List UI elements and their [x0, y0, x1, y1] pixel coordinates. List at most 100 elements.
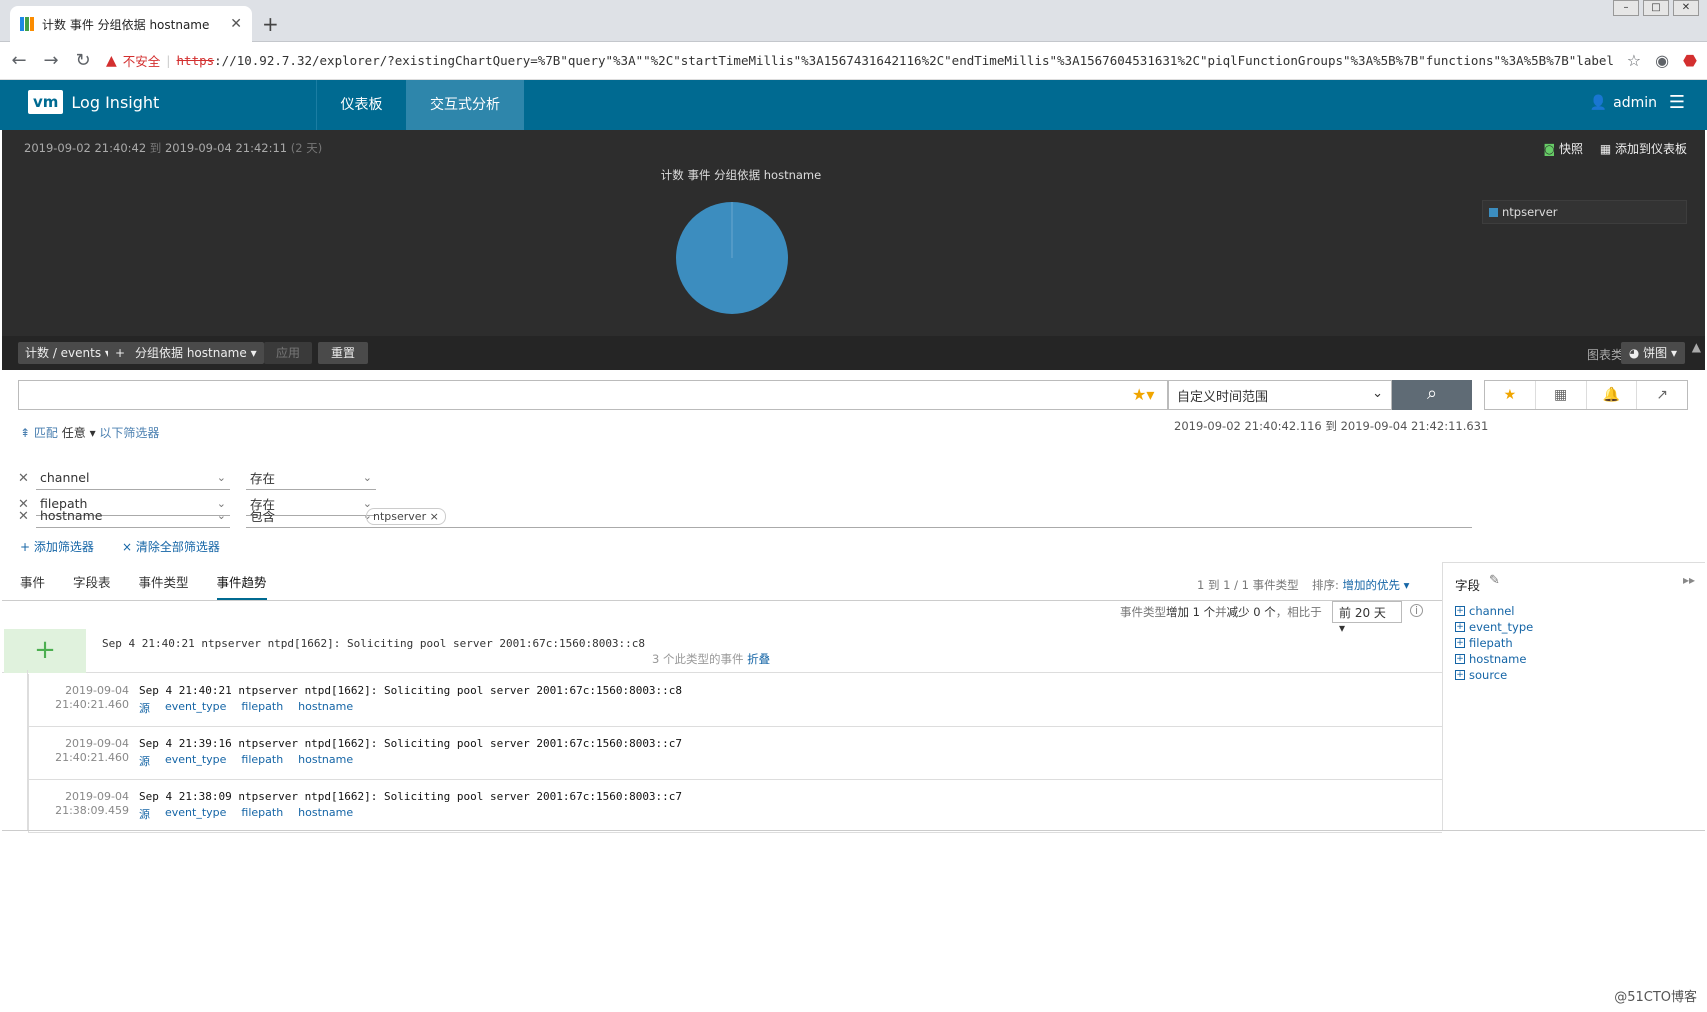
- minimize-icon[interactable]: –: [1613, 0, 1639, 16]
- time-range-value: 自定义时间范围: [1177, 390, 1269, 405]
- app-logo[interactable]: vm Log Insight: [28, 90, 159, 114]
- fields-title: 字段: [1455, 578, 1481, 593]
- count-dropdown[interactable]: 计数 / events ▾: [18, 342, 118, 364]
- filepath-link[interactable]: filepath: [241, 806, 283, 822]
- browser-tab[interactable]: 计数 事件 分组依据 hostname ✕: [10, 6, 252, 42]
- apply-button[interactable]: 应用: [264, 342, 312, 364]
- time-range-select[interactable]: 自定义时间范围 ⌄: [1168, 380, 1392, 410]
- chart-legend[interactable]: ntpserver: [1482, 200, 1687, 224]
- edit-pencil-icon[interactable]: ✎: [1489, 573, 1500, 588]
- url-separator: |: [166, 53, 171, 68]
- source-link[interactable]: 源: [139, 806, 150, 822]
- close-tab-icon[interactable]: ✕: [230, 16, 242, 32]
- source-link[interactable]: 源: [139, 753, 150, 769]
- chart-title: 计数 事件 分组依据 hostname: [660, 168, 822, 182]
- indent-guide: [2, 670, 28, 830]
- event-type-link[interactable]: event_type: [165, 806, 226, 822]
- filter-field-select[interactable]: hostname ⌄: [36, 504, 230, 528]
- group-by-label: 分组依据 hostname: [135, 346, 247, 360]
- vm-logo: vm: [28, 90, 64, 114]
- profile-icon[interactable]: ◉: [1655, 51, 1669, 70]
- results-divider: [2, 600, 1442, 601]
- remove-filter-icon[interactable]: ✕: [18, 471, 36, 486]
- group-by-dropdown[interactable]: 分组依据 hostname ▾: [128, 342, 264, 364]
- field-item[interactable]: + event_type: [1455, 619, 1533, 635]
- add-to-dashboard-button[interactable]: ▦ 添加到仪表板: [1600, 140, 1687, 157]
- chart-type-dropdown[interactable]: ◕ 饼图 ▾: [1620, 342, 1685, 364]
- tab-events[interactable]: 事件: [20, 572, 45, 601]
- chart-controls: 计数 / events ▾ + 分组依据 hostname ▾ 应用 重置 图表…: [2, 336, 1705, 370]
- url-field[interactable]: ▲ 不安全 | https://10.92.7.32/explorer/?exi…: [106, 47, 1613, 75]
- filter-operator-select[interactable]: 存在 ⌄: [246, 466, 376, 490]
- new-tab-button[interactable]: +: [262, 12, 279, 36]
- nav-dashboard[interactable]: 仪表板: [316, 80, 406, 130]
- clear-filters-link[interactable]: × 清除全部筛选器: [122, 538, 220, 555]
- share-icon[interactable]: ↗: [1637, 381, 1687, 409]
- add-favorite-icon[interactable]: ★: [1485, 381, 1536, 409]
- tab-event-types[interactable]: 事件类型: [139, 572, 189, 601]
- sort-dropdown[interactable]: 增加的优先 ▾: [1343, 578, 1410, 592]
- chevron-down-icon: ⌄: [362, 471, 372, 484]
- tab-field-table[interactable]: 字段表: [73, 572, 111, 601]
- event-type-link[interactable]: event_type: [165, 753, 226, 769]
- filepath-link[interactable]: filepath: [241, 700, 283, 716]
- collapse-filters-icon[interactable]: ⇞: [20, 426, 30, 440]
- field-item[interactable]: + channel: [1455, 603, 1533, 619]
- compare-period-select[interactable]: 前 20 天 ▾: [1332, 601, 1402, 635]
- result-tabs: 事件 字段表 事件类型 事件趋势: [20, 572, 267, 601]
- filter-row: ✕ hostname ⌄ 包含 ⌄: [18, 504, 392, 528]
- source-link[interactable]: 源: [139, 700, 150, 716]
- add-filter-link[interactable]: + 添加筛选器: [20, 538, 94, 555]
- snapshot-label: 快照: [1558, 142, 1583, 156]
- sort-control: 排序: 增加的优先 ▾: [1312, 577, 1409, 593]
- event-field-links: 源 event_type filepath hostname: [139, 753, 353, 769]
- reload-icon[interactable]: ↻: [74, 50, 92, 71]
- event-type-link[interactable]: event_type: [165, 700, 226, 716]
- fold-link[interactable]: 折叠: [747, 652, 770, 666]
- field-item[interactable]: + hostname: [1455, 651, 1533, 667]
- filter-value-tag[interactable]: ntpserver ×: [366, 508, 446, 525]
- favorite-query-icon[interactable]: ★▾: [1132, 385, 1154, 404]
- event-time: 21:40:21.460: [55, 698, 129, 711]
- range-end: 2019-09-04 21:42:11: [164, 141, 288, 155]
- search-button[interactable]: ⌕: [1392, 380, 1472, 410]
- hostname-link[interactable]: hostname: [298, 806, 353, 822]
- forward-icon[interactable]: →: [42, 50, 60, 71]
- field-name: event_type: [1469, 620, 1534, 634]
- legend-swatch: [1489, 207, 1498, 217]
- expand-plus-icon[interactable]: +: [4, 629, 86, 673]
- reset-button[interactable]: 重置: [318, 342, 368, 364]
- hamburger-menu-icon[interactable]: ☰: [1669, 92, 1685, 113]
- user-menu[interactable]: 👤 admin: [1590, 95, 1657, 111]
- filepath-link[interactable]: filepath: [241, 753, 283, 769]
- info-icon[interactable]: i: [1410, 604, 1423, 617]
- hostname-link[interactable]: hostname: [298, 700, 353, 716]
- expand-plus-icon: +: [1455, 606, 1465, 616]
- maximize-icon[interactable]: □: [1643, 0, 1669, 16]
- filter-field-select[interactable]: channel ⌄: [36, 466, 230, 490]
- collapse-chart-icon[interactable]: ▲: [1692, 340, 1701, 354]
- match-mode-dropdown[interactable]: 任意 ▾: [62, 426, 96, 440]
- hostname-link[interactable]: hostname: [298, 753, 353, 769]
- app-name: Log Insight: [71, 92, 160, 112]
- filter-operator-select[interactable]: 包含 ⌄: [246, 504, 376, 528]
- nav-interactive-analysis[interactable]: 交互式分析: [406, 80, 524, 130]
- field-item[interactable]: + source: [1455, 667, 1533, 683]
- compare-value: 前 20 天: [1339, 606, 1386, 620]
- close-window-icon[interactable]: ✕: [1673, 0, 1699, 16]
- bookmark-star-icon[interactable]: ☆: [1627, 51, 1641, 70]
- expand-plus-icon: +: [1455, 638, 1465, 648]
- extension-icon[interactable]: ⬣: [1683, 51, 1697, 70]
- tab-title: 计数 事件 分组依据 hostname: [42, 17, 210, 32]
- user-icon: 👤: [1589, 95, 1608, 111]
- tab-event-trends[interactable]: 事件趋势: [216, 572, 267, 601]
- filter-value-input[interactable]: ntpserver ×: [364, 504, 1472, 528]
- alert-bell-icon[interactable]: 🔔: [1587, 381, 1638, 409]
- field-item[interactable]: + filepath: [1455, 635, 1533, 651]
- snapshot-button[interactable]: ◙ 快照: [1544, 140, 1584, 157]
- back-icon[interactable]: ←: [10, 50, 28, 71]
- add-to-dashboard-icon[interactable]: ▦: [1536, 381, 1587, 409]
- search-input[interactable]: [18, 380, 1168, 410]
- remove-filter-icon[interactable]: ✕: [18, 509, 36, 524]
- collapse-panel-icon[interactable]: ▸▸: [1683, 573, 1695, 587]
